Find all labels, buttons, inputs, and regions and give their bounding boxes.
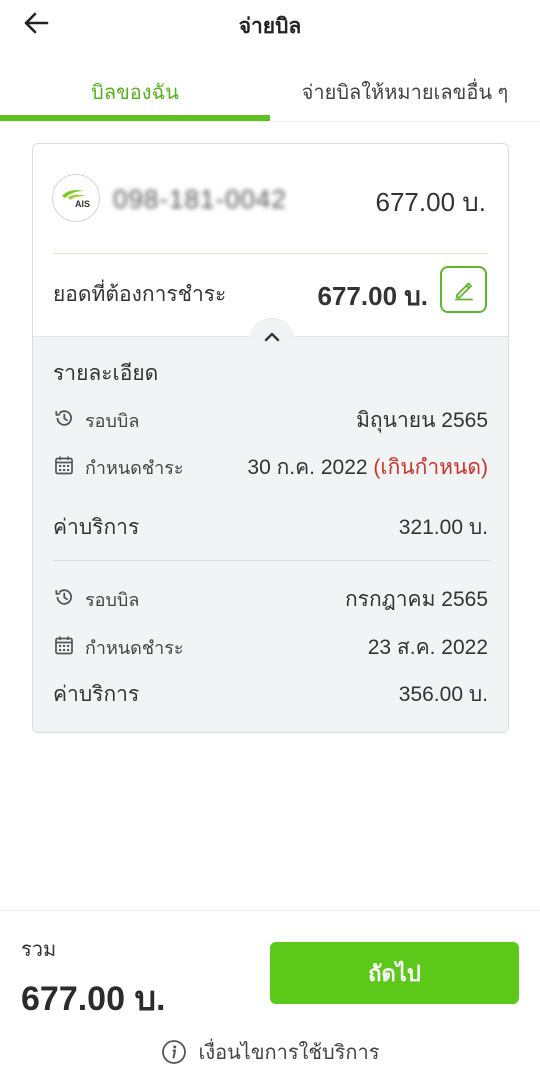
due-date-text: 30 ก.ค. 2022 bbox=[247, 456, 368, 479]
total-label: รวม bbox=[21, 939, 57, 961]
calendar-icon bbox=[55, 456, 73, 475]
bill-details-panel: รายละเอียด รอบบิล มิถุนายน 2565 กำหนดชำร… bbox=[33, 336, 508, 732]
phone-number: 098-181-0042 bbox=[113, 184, 287, 214]
page-title: จ่ายบิล bbox=[238, 15, 302, 38]
ais-logo-text: AIS bbox=[75, 199, 90, 209]
bill-cycle-label: รอบบิล bbox=[85, 590, 140, 610]
terms-link[interactable]: เงื่อนไขการใช้บริการ bbox=[0, 1037, 540, 1067]
overdue-note: (เกินกำหนด) bbox=[373, 456, 488, 479]
bill-amount: 677.00 บ. bbox=[375, 187, 486, 217]
collapse-details-button[interactable] bbox=[249, 318, 295, 354]
ais-logo: AIS bbox=[52, 174, 100, 222]
history-icon bbox=[55, 410, 72, 426]
bill-cycle-label: รอบบิล bbox=[85, 411, 140, 431]
bill-card: AIS 098-181-0042 677.00 บ. ยอดที่ต้องการ… bbox=[32, 143, 509, 733]
due-date-value: 30 ก.ค. 2022 (เกินกำหนด) bbox=[247, 451, 488, 484]
bill-cycle-row: รอบบิล กรกฎาคม 2565 bbox=[53, 583, 488, 611]
service-fee-value: 321.00 บ. bbox=[398, 516, 488, 539]
due-date-label: กำหนดชำระ bbox=[85, 638, 184, 658]
edit-amount-button[interactable] bbox=[440, 266, 487, 313]
tab-pay-other-numbers-label: จ่ายบิลให้หมายเลขอื่น ๆ bbox=[301, 82, 509, 104]
service-fee-value: 356.00 บ. bbox=[398, 683, 488, 706]
tab-my-bills-label: บิลของฉัน bbox=[91, 82, 179, 104]
service-fee-row: ค่าบริการ 321.00 บ. bbox=[53, 511, 488, 539]
tab-pay-other-numbers[interactable]: จ่ายบิลให้หมายเลขอื่น ๆ bbox=[270, 64, 540, 122]
bill-cycle-value: มิถุนายน 2565 bbox=[356, 409, 488, 432]
app-header: จ่ายบิล bbox=[0, 0, 540, 46]
pencil-icon bbox=[454, 282, 473, 300]
details-title: รายละเอียด bbox=[53, 362, 159, 385]
bill-cycle-value: กรกฎาคม 2565 bbox=[344, 588, 488, 611]
terms-label: เงื่อนไขการใช้บริการ bbox=[198, 1042, 380, 1064]
checkout-footer: รวม 677.00 บ. ถัดไป เงื่อนไขการใช้บริการ bbox=[0, 910, 540, 1091]
due-date-row: กำหนดชำระ 30 ก.ค. 2022 (เกินกำหนด) bbox=[53, 451, 488, 479]
next-button[interactable]: ถัดไป bbox=[270, 942, 519, 1004]
info-icon bbox=[161, 1040, 186, 1064]
service-fee-row: ค่าบริการ 356.00 บ. bbox=[53, 678, 488, 706]
tab-my-bills[interactable]: บิลของฉัน bbox=[0, 64, 270, 122]
pay-amount-value: 677.00 บ. bbox=[317, 281, 428, 311]
due-date-label: กำหนดชำระ bbox=[85, 458, 184, 478]
chevron-up-icon bbox=[264, 332, 280, 341]
total-amount: 677.00 บ. bbox=[21, 980, 166, 1018]
pay-amount-label: ยอดที่ต้องการชำระ bbox=[53, 283, 227, 306]
active-tab-indicator bbox=[0, 115, 270, 121]
entry-divider bbox=[53, 560, 490, 561]
service-fee-label: ค่าบริการ bbox=[53, 683, 140, 706]
bill-cycle-row: รอบบิล มิถุนายน 2565 bbox=[53, 404, 488, 432]
service-fee-label: ค่าบริการ bbox=[53, 516, 140, 539]
due-date-value: 23 ส.ค. 2022 bbox=[367, 636, 488, 659]
history-icon bbox=[55, 589, 72, 605]
due-date-row: กำหนดชำระ 23 ส.ค. 2022 bbox=[53, 631, 488, 659]
tab-bar: บิลของฉัน จ่ายบิลให้หมายเลขอื่น ๆ bbox=[0, 64, 540, 122]
calendar-icon bbox=[55, 636, 73, 655]
divider bbox=[53, 253, 488, 254]
